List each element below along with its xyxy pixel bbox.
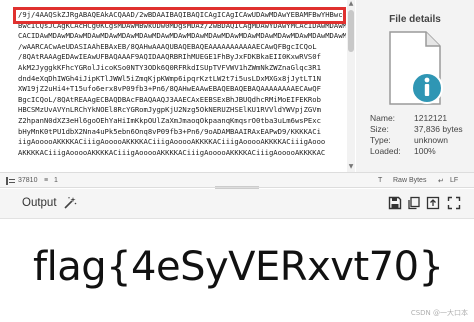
detail-key: Name: [370, 113, 396, 123]
input-line: AKKKKACiiigAooooAKKKKACiiigAooooAKKKKACi… [18, 147, 326, 157]
file-details-table: Name: 1212121 Size: 37,836 bytes Type: u… [370, 113, 463, 157]
file-details-panel: File details Name: 1212121 Size: 37,836 … [356, 0, 474, 172]
copy-icon[interactable] [407, 196, 421, 210]
input-line: HBCSMzUvAVYnLRChYkNOEl8RcYGRomJygpKjU2Nz… [18, 105, 321, 115]
save-icon[interactable] [388, 196, 402, 210]
file-detail-row: Name: 1212121 [370, 113, 463, 124]
input-scrollbar[interactable]: ▲ ▼ [347, 0, 355, 172]
input-line: dnd4eXqDhIWGh4iJipKTlJWWl5iZmqKjpKWmp6ip… [18, 73, 321, 83]
output-text[interactable]: flag{4eSyVERxvt70} [33, 244, 444, 290]
detail-key: Size: [370, 124, 389, 134]
length-icon [6, 177, 15, 185]
detail-key: Type: [370, 135, 391, 145]
detail-value: 100% [414, 146, 436, 156]
file-detail-row: Size: 37,836 bytes [370, 124, 463, 135]
watermark: CSDN @一大口本 [410, 309, 468, 317]
file-icon [389, 31, 443, 105]
file-details-title: File details [389, 14, 441, 25]
output-pane[interactable]: flag{4eSyVERxvt70} CSDN @一大口本 [0, 219, 474, 322]
input-line: CACIDAwMDAwMDAwMDAwMDAwMDAwMDAwMDAwMDAwM… [18, 31, 346, 41]
line-ending-icon[interactable]: ↵ [438, 177, 444, 185]
maximize-icon[interactable] [447, 196, 461, 210]
scroll-thumb[interactable] [348, 10, 354, 52]
input-line: bHyMnK0tPU1dbX2Nna4uPk5ebn6Onq8vP09fb3+P… [18, 126, 321, 136]
raw-bytes-label[interactable]: Raw Bytes [393, 177, 426, 184]
input-text[interactable]: /9j/4AAQSkZJRgABAQEAkACQAAD/2wBDAAIBAQIB… [18, 10, 346, 158]
replace-input-icon[interactable] [426, 196, 440, 210]
output-header: Output [0, 189, 474, 219]
line-ending-label[interactable]: LF [450, 177, 458, 184]
detail-key: Loaded: [370, 146, 401, 156]
scroll-up-icon[interactable]: ▲ [347, 0, 355, 7]
detail-value: 37,836 bytes [414, 124, 463, 134]
input-line: iigAooooAKKKKACiiigAooooAKKKKACiiigAoooo… [18, 137, 326, 147]
highlight-box [13, 7, 346, 24]
lines-icon: ≡ [44, 177, 49, 184]
input-line: /8QAtRAAAgEDAwIEAwUFBAQAAAF9AQIDAAQRBRIh… [18, 52, 321, 62]
input-line: XW19jZ2uHi4+T15ufo6erx8vP09fb3+Pn6/8QAHw… [18, 84, 321, 94]
input-pane[interactable]: /9j/4AAQSkZJRgABAQEAkACQAAD/2wBDAAIBAQIB… [0, 0, 346, 172]
input-line: AkM2JyggkKFhcYGRolJicoKSo0NTY3ODk6Q0RFRk… [18, 62, 321, 72]
text-format-icon[interactable]: T [378, 177, 382, 184]
input-line: Z2hpanN0dXZ3eHl6goOEhYaHiImKkpOUlZaXmJma… [18, 115, 321, 125]
detail-value: unknown [414, 135, 449, 145]
magic-wand-icon[interactable] [63, 196, 77, 210]
file-detail-row: Loaded: 100% [370, 146, 463, 157]
lines-count: 1 [54, 177, 58, 184]
file-detail-row: Type: unknown [370, 135, 463, 146]
input-line: /wAARCACwAeUDASIAAhEBAxEB/8QAHwAAAQUBAQE… [18, 41, 317, 51]
length-count: 37810 [18, 177, 38, 184]
scroll-down-icon[interactable]: ▼ [347, 163, 355, 170]
output-title: Output [22, 197, 57, 209]
detail-value: 1212121 [414, 113, 448, 123]
input-line: BgcICQoL/8QAtREAAgECBAQDBAcFBAQAAQJ3AAEC… [18, 94, 321, 104]
